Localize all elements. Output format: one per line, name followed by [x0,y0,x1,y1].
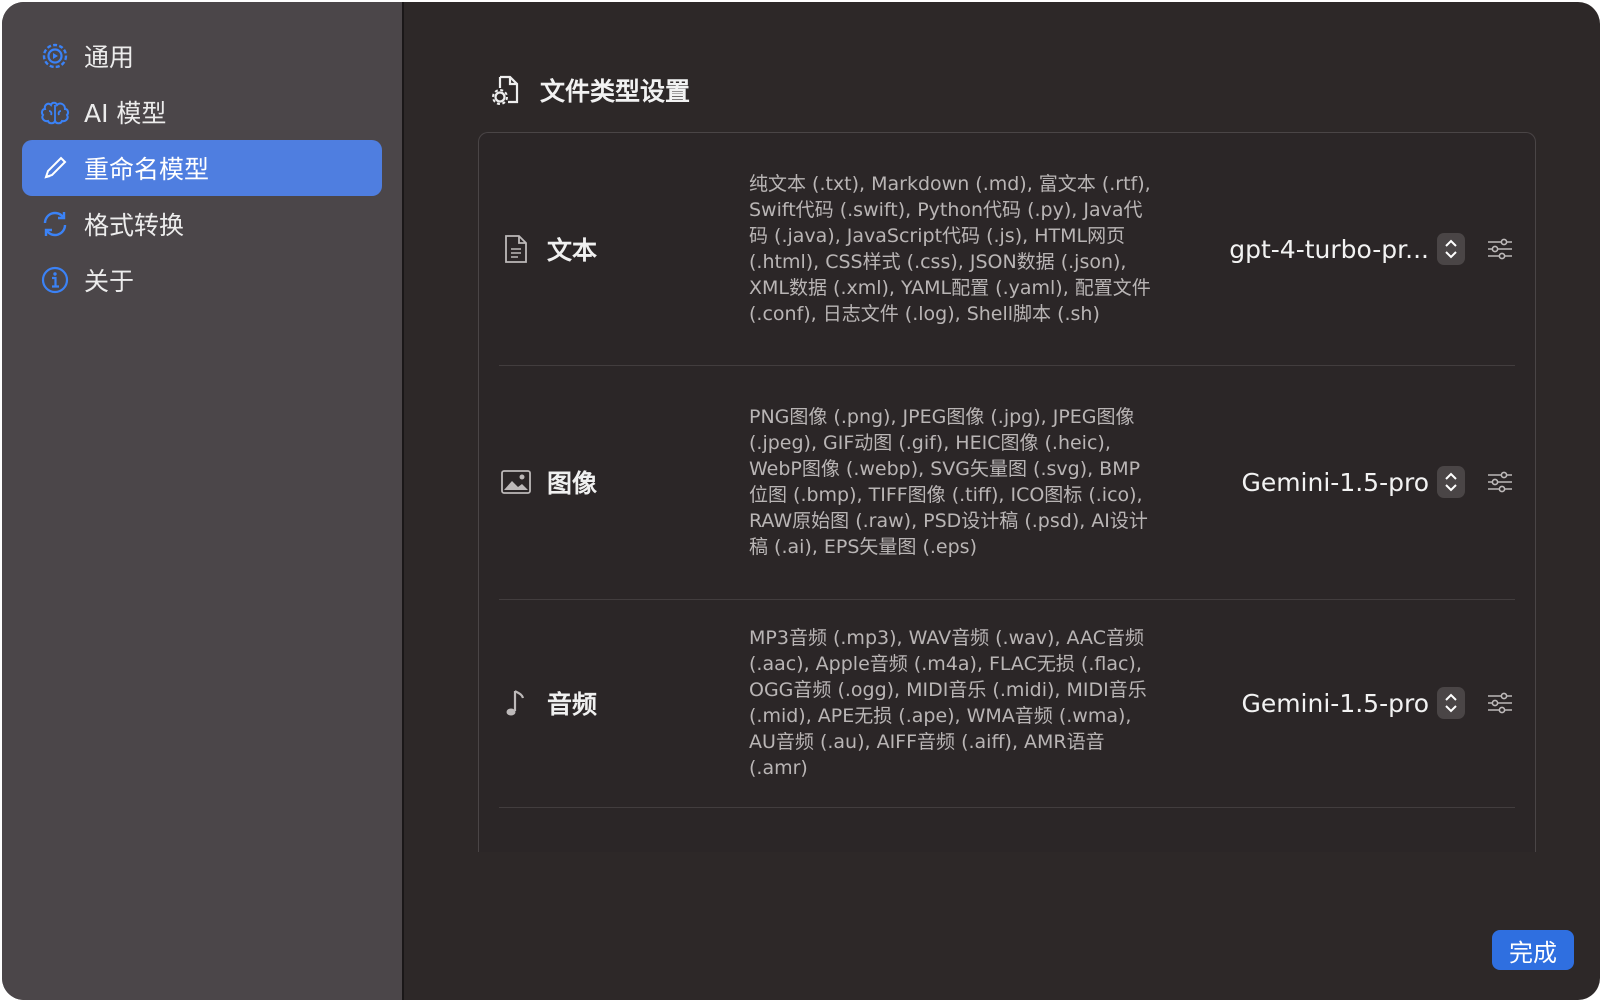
model-selector[interactable]: Gemini-1.5-pro [1241,687,1465,719]
sidebar-item-label: AI 模型 [84,99,167,128]
chevron-up-down-icon[interactable] [1437,233,1465,265]
model-selector[interactable]: gpt-4-turbo-pr... [1229,233,1465,265]
sliders-icon[interactable] [1485,688,1515,718]
sidebar-item-label: 格式转换 [84,211,185,240]
document-icon [499,232,533,266]
sidebar: 通用 AI 模型 重命名模型 格式转换 关于 [2,2,404,1000]
music-note-icon [499,686,533,720]
pencil-icon [38,151,72,185]
sliders-icon[interactable] [1485,467,1515,497]
model-selector-value: Gemini-1.5-pro [1241,688,1429,718]
file-type-row-image: 图像 PNG图像 (.png), JPEG图像 (.jpg), JPEG图像 (… [499,365,1515,600]
file-type-row-audio: 音频 MP3音频 (.mp3), WAV音频 (.wav), AAC音频 (.a… [499,599,1515,808]
model-selector-value: Gemini-1.5-pro [1241,467,1429,497]
sidebar-item-format-conversion[interactable]: 格式转换 [22,196,382,252]
sidebar-item-label: 关于 [84,267,135,296]
model-selector[interactable]: Gemini-1.5-pro [1241,466,1465,498]
sliders-icon[interactable] [1485,234,1515,264]
file-type-list: 文本 纯文本 (.txt), Markdown (.md), 富文本 (.rtf… [478,132,1536,852]
settings-window: 通用 AI 模型 重命名模型 格式转换 关于 文件类型设置 文本 纯文本 (.t… [2,2,1600,1000]
file-type-description: 纯文本 (.txt), Markdown (.md), 富文本 (.rtf), … [749,173,1151,325]
file-type-label: 图像 [499,464,597,500]
file-type-description: PNG图像 (.png), JPEG图像 (.jpg), JPEG图像 (.jp… [749,406,1148,558]
brain-icon [38,95,72,129]
sidebar-item-general[interactable]: 通用 [22,28,382,84]
sidebar-item-rename-model[interactable]: 重命名模型 [22,140,382,196]
file-type-row-text: 文本 纯文本 (.txt), Markdown (.md), 富文本 (.rtf… [499,133,1515,366]
file-type-description: MP3音频 (.mp3), WAV音频 (.wav), AAC音频 (.aac)… [749,627,1147,779]
file-type-label: 文本 [499,231,597,267]
file-type-label: 音频 [499,685,597,721]
chevron-up-down-icon[interactable] [1437,466,1465,498]
info-icon [38,263,72,297]
sidebar-item-about[interactable]: 关于 [22,252,382,308]
page-title: 文件类型设置 [490,72,690,108]
chevron-up-down-icon[interactable] [1437,687,1465,719]
sync-icon [38,207,72,241]
sidebar-item-label: 重命名模型 [84,155,210,184]
file-gear-icon [490,73,524,107]
gear-icon [38,39,72,73]
done-button[interactable]: 完成 [1492,930,1574,970]
sidebar-item-ai-model[interactable]: AI 模型 [22,84,382,140]
page-title-text: 文件类型设置 [540,77,691,106]
main-content: 文件类型设置 文本 纯文本 (.txt), Markdown (.md), 富文… [404,2,1600,1000]
sidebar-item-label: 通用 [84,43,135,72]
model-selector-value: gpt-4-turbo-pr... [1229,234,1429,264]
photo-icon [499,465,533,499]
